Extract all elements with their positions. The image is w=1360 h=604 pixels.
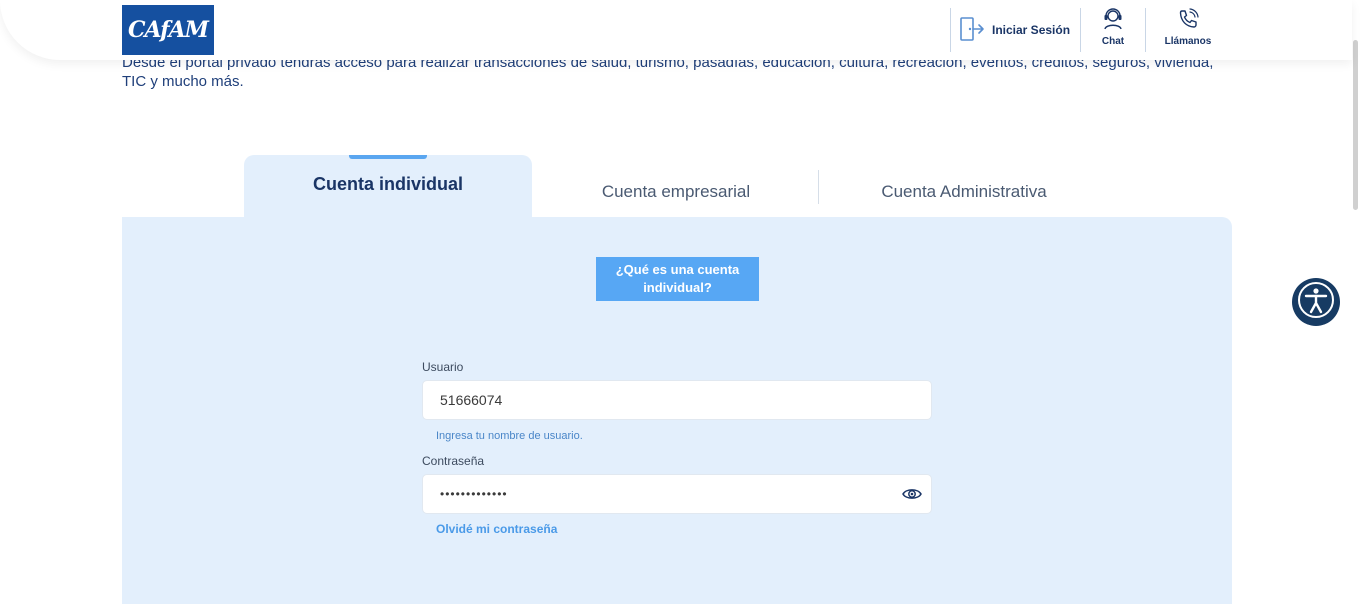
password-input[interactable]: •••••••••••••	[440, 487, 508, 501]
tab-label: Cuenta individual	[312, 173, 463, 194]
header-divider	[1080, 8, 1081, 52]
login-label: Iniciar Sesión	[992, 23, 1071, 37]
call-label: Llámanos	[1164, 36, 1212, 47]
username-help-text: Ingresa tu nombre de usuario.	[436, 430, 583, 442]
tab-label: Cuenta Administrativa	[881, 182, 1047, 201]
password-label: Contraseña	[422, 454, 485, 468]
eye-icon[interactable]	[902, 486, 922, 502]
accessibility-icon	[1296, 280, 1336, 325]
login-door-icon	[958, 15, 986, 46]
chat-button[interactable]: Chat	[1083, 8, 1143, 47]
active-tab-indicator	[349, 155, 427, 159]
username-field-container	[422, 380, 932, 420]
tab-divider	[818, 170, 819, 204]
forgot-password-link[interactable]: Olvidé mi contraseña	[436, 522, 557, 536]
phone-icon	[1176, 8, 1200, 36]
tab-cuenta-individual[interactable]: Cuenta individual	[244, 155, 532, 219]
headset-agent-icon	[1101, 8, 1125, 36]
login-button[interactable]: Iniciar Sesión	[958, 14, 1070, 46]
scrollbar-thumb[interactable]	[1353, 40, 1358, 210]
what-is-individual-account-button[interactable]: ¿Qué es una cuenta individual?	[596, 257, 759, 301]
password-field-container: •••••••••••••	[422, 474, 932, 514]
username-label: Usuario	[422, 360, 464, 374]
chat-label: Chat	[1101, 36, 1125, 47]
header-divider	[950, 8, 951, 52]
tab-cuenta-empresarial[interactable]: Cuenta empresarial	[532, 170, 820, 214]
site-header: CAfAM Iniciar Sesión Chat Llámanos	[0, 0, 1352, 60]
call-button[interactable]: Llámanos	[1158, 8, 1218, 47]
tab-cuenta-administrativa[interactable]: Cuenta Administrativa	[820, 170, 1108, 214]
cafam-logo[interactable]: CAfAM	[122, 5, 214, 55]
accessibility-button[interactable]	[1292, 278, 1340, 326]
header-divider	[1145, 8, 1146, 52]
username-input[interactable]	[440, 392, 880, 408]
tab-label: Cuenta empresarial	[601, 182, 751, 201]
page-scrollbar[interactable]	[1352, 0, 1360, 604]
